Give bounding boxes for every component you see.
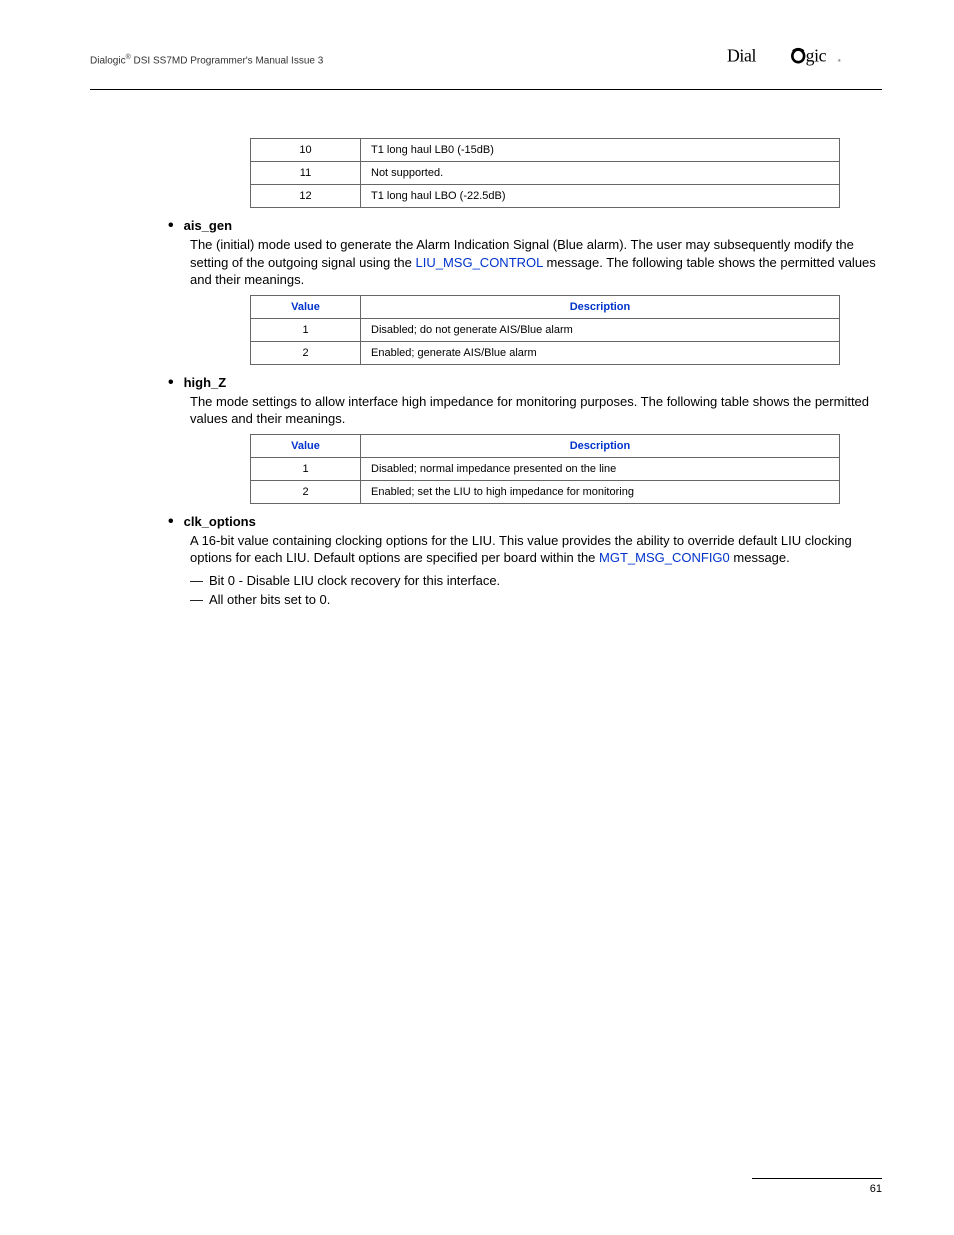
link-mgt-msg-config0[interactable]: MGT_MSG_CONFIG0	[599, 550, 730, 565]
dash-list: — Bit 0 - Disable LIU clock recovery for…	[190, 573, 882, 607]
table-row: 1 Disabled; do not generate AIS/Blue ala…	[251, 318, 840, 341]
table-row: 1 Disabled; normal impedance presented o…	[251, 457, 840, 480]
bullet-icon: •	[168, 514, 174, 530]
cell-desc: T1 long haul LBO (-22.5dB)	[361, 185, 840, 208]
cell-value: 1	[251, 318, 361, 341]
page-footer: 61	[752, 1178, 882, 1195]
svg-text:gic: gic	[806, 45, 827, 65]
header-desc: Description	[361, 434, 840, 457]
cell-desc: T1 long haul LB0 (-15dB)	[361, 139, 840, 162]
dash-item: — Bit 0 - Disable LIU clock recovery for…	[190, 573, 882, 588]
link-liu-msg-control[interactable]: LIU_MSG_CONTROL	[416, 255, 543, 270]
table-row: 2 Enabled; generate AIS/Blue alarm	[251, 341, 840, 364]
section-clk-options: • clk_options A 16-bit value containing …	[168, 514, 882, 607]
section-title: high_Z	[184, 375, 227, 390]
svg-text:Dial: Dial	[727, 45, 756, 65]
cell-desc: Disabled; normal impedance presented on …	[361, 457, 840, 480]
table-header-row: Value Description	[251, 295, 840, 318]
cell-desc: Disabled; do not generate AIS/Blue alarm	[361, 318, 840, 341]
header-doc: DSI SS7MD Programmer's Manual Issue 3	[131, 56, 324, 67]
page-number: 61	[752, 1183, 882, 1195]
table-row: 10 T1 long haul LB0 (-15dB)	[251, 139, 840, 162]
header-value: Value	[251, 295, 361, 318]
section-high-z: • high_Z The mode settings to allow inte…	[168, 375, 882, 428]
cell-value: 11	[251, 162, 361, 185]
table-high-z: Value Description 1 Disabled; normal imp…	[250, 434, 840, 504]
dash-text: Bit 0 - Disable LIU clock recovery for t…	[209, 573, 500, 588]
logo-svg: Dial gic ®	[727, 40, 882, 74]
svg-text:®: ®	[838, 58, 841, 63]
dash-icon: —	[190, 573, 203, 588]
dialogic-logo: Dial gic ®	[727, 40, 882, 81]
table-row: 2 Enabled; set the LIU to high impedance…	[251, 480, 840, 503]
bullet-header: • high_Z	[168, 375, 882, 391]
cell-desc: Enabled; set the LIU to high impedance f…	[361, 480, 840, 503]
cell-value: 2	[251, 341, 361, 364]
desc-text: message.	[730, 550, 790, 565]
cell-desc: Not supported.	[361, 162, 840, 185]
cell-desc: Enabled; generate AIS/Blue alarm	[361, 341, 840, 364]
cell-value: 2	[251, 480, 361, 503]
table-row: 11 Not supported.	[251, 162, 840, 185]
section-title: clk_options	[184, 514, 256, 529]
bullet-header: • ais_gen	[168, 218, 882, 234]
table-lbo: 10 T1 long haul LB0 (-15dB) 11 Not suppo…	[250, 138, 840, 208]
bullet-icon: •	[168, 375, 174, 391]
section-title: ais_gen	[184, 218, 232, 233]
footer-rule	[752, 1178, 882, 1179]
header-desc: Description	[361, 295, 840, 318]
header-value: Value	[251, 434, 361, 457]
dash-icon: —	[190, 592, 203, 607]
section-desc: A 16-bit value containing clocking optio…	[190, 532, 882, 567]
cell-value: 1	[251, 457, 361, 480]
table-ais-gen: Value Description 1 Disabled; do not gen…	[250, 295, 840, 365]
bullet-header: • clk_options	[168, 514, 882, 530]
page-header: Dialogic ® DSI SS7MD Programmer's Manual …	[90, 40, 882, 81]
header-title: Dialogic® DSI SS7MD Programmer's Manual …	[90, 54, 323, 66]
section-ais-gen: • ais_gen The (initial) mode used to gen…	[168, 218, 882, 289]
section-desc: The mode settings to allow interface hig…	[190, 393, 882, 428]
cell-value: 10	[251, 139, 361, 162]
header-brand: Dialogic	[90, 56, 126, 67]
header-rule	[90, 89, 882, 90]
dash-item: — All other bits set to 0.	[190, 592, 882, 607]
dash-text: All other bits set to 0.	[209, 592, 330, 607]
table-header-row: Value Description	[251, 434, 840, 457]
section-desc: The (initial) mode used to generate the …	[190, 236, 882, 289]
bullet-icon: •	[168, 218, 174, 234]
cell-value: 12	[251, 185, 361, 208]
table-row: 12 T1 long haul LBO (-22.5dB)	[251, 185, 840, 208]
page-content: 10 T1 long haul LB0 (-15dB) 11 Not suppo…	[130, 138, 882, 607]
